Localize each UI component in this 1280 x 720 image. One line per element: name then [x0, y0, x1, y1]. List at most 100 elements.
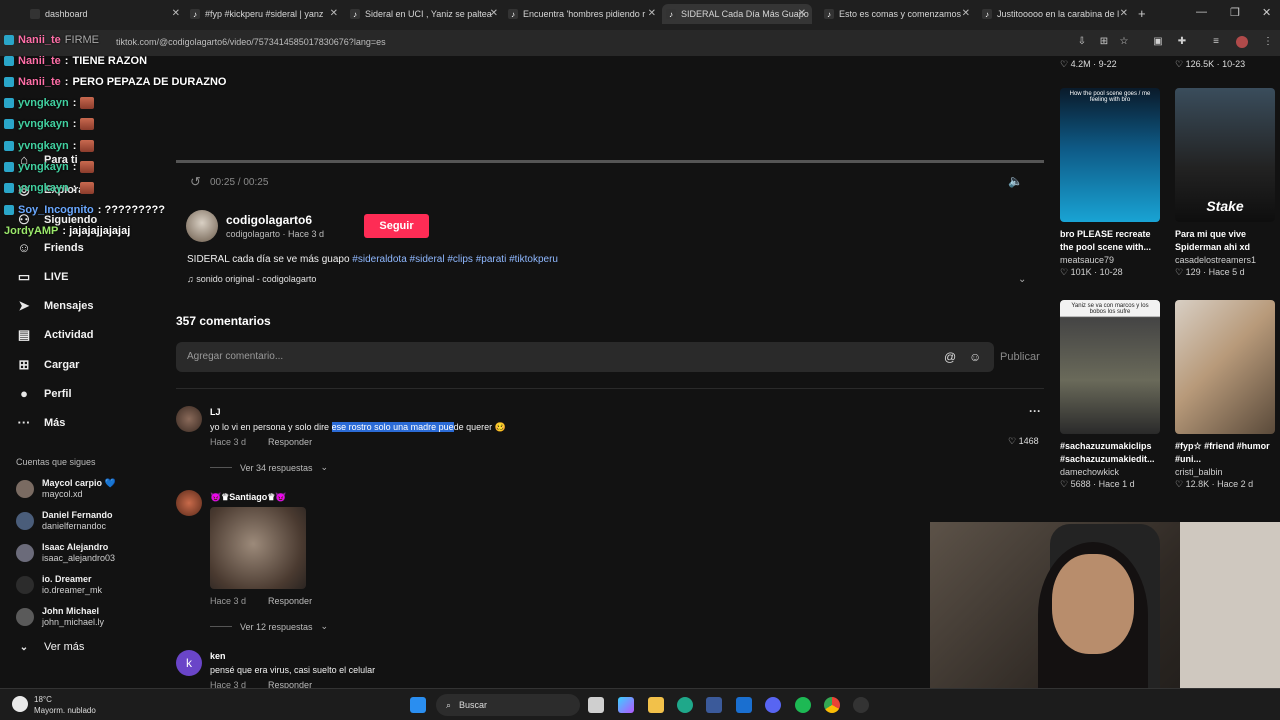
- related-video-card[interactable]: How the pool scene goes / me feeling wit…: [1060, 88, 1160, 278]
- sound-link[interactable]: ♫ sonido original - codigolagarto: [187, 274, 316, 284]
- view-replies-button[interactable]: Ver 34 respuestas ⌄: [210, 462, 328, 473]
- following-account[interactable]: Isaac Alejandro isaac_alejandro03: [16, 542, 115, 564]
- install-icon[interactable]: ⇩: [1076, 36, 1088, 48]
- comment-avatar[interactable]: [176, 406, 202, 432]
- taskbar-search[interactable]: ⌕ Buscar: [436, 694, 580, 716]
- discord-icon[interactable]: [765, 697, 781, 713]
- chat-separator: :: [64, 76, 69, 88]
- following-account[interactable]: Maycol carpio 💙 maycol.xd: [16, 478, 116, 500]
- replay-icon[interactable]: ↺: [190, 174, 201, 190]
- nav-friends[interactable]: ☺ Friends: [16, 240, 83, 255]
- tab-1[interactable]: ♪ #fyp #kickperu #sideral | yanz ✕: [190, 4, 338, 24]
- translate-icon[interactable]: ⊞: [1098, 36, 1110, 48]
- mention-icon[interactable]: @: [944, 350, 956, 364]
- reply-button[interactable]: Responder: [268, 437, 312, 447]
- puzzle-icon[interactable]: ✚: [1176, 36, 1188, 48]
- hashtag-link[interactable]: #sideral: [410, 254, 445, 265]
- see-more-button[interactable]: ⌄ Ver más: [16, 641, 85, 653]
- following-account[interactable]: Daniel Fernando danielfernandoc: [16, 510, 113, 532]
- chat-message: Nanii_te: PERO PEPAZA DE DURAZNO: [4, 76, 226, 88]
- follow-button[interactable]: Seguir: [364, 214, 429, 238]
- close-tab-icon[interactable]: ✕: [962, 8, 970, 19]
- following-account[interactable]: John Michael john_michael.ly: [16, 606, 104, 628]
- close-tab-icon[interactable]: ✕: [172, 8, 180, 19]
- related-video-card[interactable]: Stake Para mi que vive Spiderman ahi xd …: [1175, 88, 1275, 278]
- chrome-icon[interactable]: [824, 697, 840, 713]
- comment-avatar[interactable]: k: [176, 650, 202, 676]
- windows-start-icon[interactable]: [410, 697, 426, 713]
- profile-avatar-icon[interactable]: [1236, 36, 1248, 48]
- comment-user[interactable]: LJ: [210, 407, 221, 417]
- url-text[interactable]: tiktok.com/@codigolagarto6/video/7573414…: [116, 37, 386, 47]
- author-name[interactable]: codigolagarto6: [226, 213, 312, 227]
- comment-user[interactable]: ken: [210, 651, 226, 661]
- more-vertical-icon[interactable]: ⋮: [1262, 36, 1274, 48]
- tab-4[interactable]: ♪ SIDERAL Cada Día Más Guapo ✕: [662, 4, 812, 24]
- hashtag-link[interactable]: #tiktokperu: [509, 254, 558, 265]
- chat-message: yvngkayn:: [4, 140, 95, 152]
- like-button[interactable]: ♡ 1468: [1008, 436, 1039, 447]
- maximize-icon[interactable]: ❐: [1230, 6, 1240, 19]
- author-avatar[interactable]: [186, 210, 218, 242]
- following-account[interactable]: io. Dreamer io.dreamer_mk: [16, 574, 102, 596]
- weather-widget[interactable]: 18°C Mayorm. nublado: [34, 694, 96, 716]
- more-options-icon[interactable]: ···: [1029, 404, 1041, 418]
- hashtag-link[interactable]: #sideraldota: [352, 254, 406, 265]
- close-tab-icon[interactable]: ✕: [490, 8, 498, 19]
- publish-button[interactable]: Publicar: [1000, 351, 1040, 363]
- outlook-icon[interactable]: [736, 697, 752, 713]
- hashtag-link[interactable]: #parati: [476, 254, 507, 265]
- video-progress-bar[interactable]: [176, 160, 1044, 163]
- related-video-card[interactable]: #fyp☆ #friend #humor #uni... cristi_balb…: [1175, 300, 1275, 490]
- nav-mas[interactable]: ··· Más: [16, 415, 66, 430]
- address-bar[interactable]: tiktok.com/@codigolagarto6/video/7573414…: [0, 30, 1280, 56]
- task-view-icon[interactable]: [588, 697, 604, 713]
- avatar: [16, 544, 34, 562]
- comment-input[interactable]: Agregar comentario... @ ☺: [176, 342, 994, 372]
- related-video-card[interactable]: Yaniz se va con marcos y los bobos los s…: [1060, 300, 1160, 490]
- comment-avatar[interactable]: [176, 490, 202, 516]
- obs-icon[interactable]: [853, 697, 869, 713]
- video-thumbnail[interactable]: Stake: [1175, 88, 1275, 222]
- tab-6[interactable]: ♪ Justitooooo en la carabina de l ✕: [982, 4, 1128, 24]
- calculator-icon[interactable]: [706, 697, 722, 713]
- hashtag-link[interactable]: #clips: [447, 254, 473, 265]
- spotify-icon[interactable]: [795, 697, 811, 713]
- view-replies-button[interactable]: Ver 12 respuestas ⌄: [210, 621, 328, 632]
- video-thumbnail[interactable]: [1175, 300, 1275, 434]
- tab-5[interactable]: ♪ Esto es comas y comenzamos ✕: [824, 4, 970, 24]
- nav-actividad[interactable]: ▤ Actividad: [16, 327, 94, 343]
- nav-perfil[interactable]: ● Perfil: [16, 386, 71, 401]
- close-tab-icon[interactable]: ✕: [648, 8, 656, 19]
- video-user[interactable]: meatsauce79: [1060, 255, 1160, 265]
- nav-cargar[interactable]: ⊞ Cargar: [16, 357, 80, 373]
- video-thumbnail[interactable]: Yaniz se va con marcos y los bobos los s…: [1060, 300, 1160, 434]
- video-user[interactable]: damechowkick: [1060, 467, 1160, 477]
- video-user[interactable]: casadelostreamers1: [1175, 255, 1275, 265]
- file-explorer-icon[interactable]: [648, 697, 664, 713]
- emoji-icon[interactable]: ☺: [969, 350, 981, 364]
- video-thumbnail[interactable]: How the pool scene goes / me feeling wit…: [1060, 88, 1160, 222]
- close-tab-icon[interactable]: ✕: [1120, 8, 1128, 19]
- copilot-icon[interactable]: [618, 697, 634, 713]
- menu-list-icon[interactable]: ≡: [1210, 36, 1222, 48]
- nav-live[interactable]: ▭ LIVE: [16, 269, 69, 285]
- close-window-icon[interactable]: ✕: [1262, 6, 1271, 19]
- comment-image[interactable]: [210, 507, 306, 589]
- edge-icon[interactable]: [677, 697, 693, 713]
- extension-icon[interactable]: ▣: [1152, 36, 1164, 48]
- volume-icon[interactable]: 🔈: [1008, 174, 1023, 188]
- close-tab-icon[interactable]: ✕: [798, 8, 806, 19]
- chevron-down-icon[interactable]: ⌄: [1018, 274, 1026, 285]
- nav-mensajes[interactable]: ➤ Mensajes: [16, 298, 94, 314]
- tab-0[interactable]: dashboard ✕: [30, 4, 180, 24]
- reply-button[interactable]: Responder: [268, 596, 312, 606]
- minimize-icon[interactable]: —: [1196, 6, 1207, 18]
- comment-user[interactable]: 😈♛Santiago♛😈: [210, 492, 287, 503]
- new-tab-icon[interactable]: +: [1138, 6, 1146, 21]
- bookmark-star-icon[interactable]: ☆: [1118, 36, 1130, 48]
- video-user[interactable]: cristi_balbin: [1175, 467, 1275, 477]
- tab-3[interactable]: ♪ Encuentra 'hombres pidiendo r ✕: [508, 4, 656, 24]
- close-tab-icon[interactable]: ✕: [330, 8, 338, 19]
- tab-2[interactable]: ♪ Sideral en UCI , Yaniz se paltea ✕: [350, 4, 498, 24]
